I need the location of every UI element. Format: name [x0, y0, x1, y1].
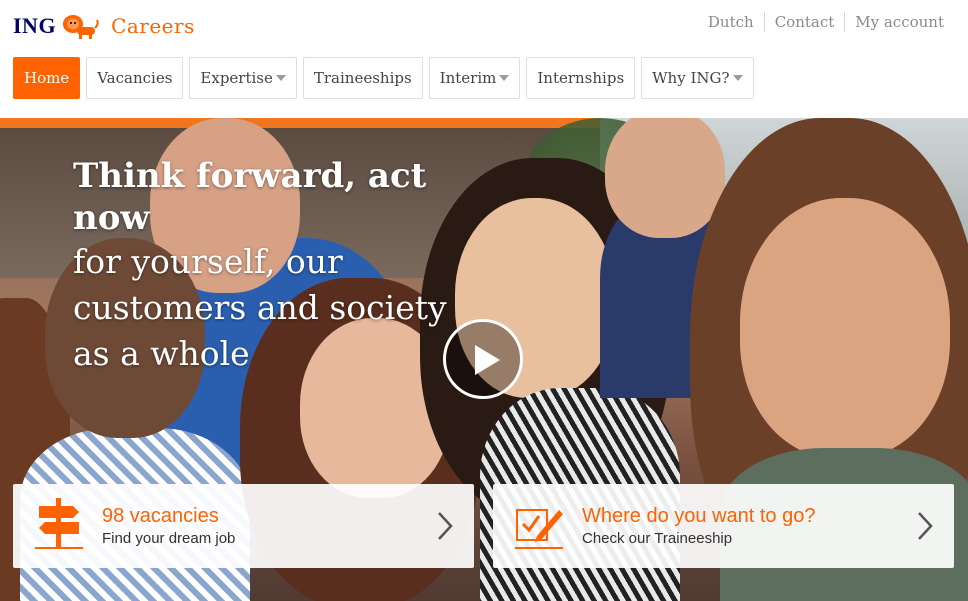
main-nav: Home Vacancies Expertise Traineeships In… [13, 57, 760, 99]
logo-section-title: Careers [111, 14, 195, 38]
language-link[interactable]: Dutch [698, 12, 764, 32]
contact-link[interactable]: Contact [763, 12, 845, 32]
chevron-right-icon [918, 512, 933, 540]
nav-item-interim[interactable]: Interim [428, 57, 521, 99]
vacancies-cta-card[interactable]: 98 vacancies Find your dream job [13, 484, 474, 568]
nav-item-label: Home [24, 69, 70, 87]
utility-nav: Dutch Contact My account [698, 12, 944, 32]
hero-background-awning [0, 118, 600, 128]
lion-icon [63, 15, 99, 39]
traineeship-cta-text: Where do you want to go? Check our Train… [582, 504, 815, 548]
chevron-right-icon [438, 512, 453, 540]
logo-wordmark: ING [13, 13, 57, 38]
traineeship-cta-card[interactable]: Where do you want to go? Check our Train… [493, 484, 954, 568]
play-icon [475, 345, 500, 375]
nav-item-label: Vacancies [97, 69, 173, 87]
nav-item-home[interactable]: Home [13, 57, 81, 99]
nav-item-why-ing[interactable]: Why ING? [641, 57, 754, 99]
vacancies-cta-text: 98 vacancies Find your dream job [102, 504, 235, 548]
cta-subtitle: Find your dream job [102, 530, 236, 547]
my-account-link[interactable]: My account [844, 12, 944, 32]
hero-headline-bold: Think forward, act now [73, 156, 427, 238]
caret-down-icon [275, 75, 286, 81]
nav-item-traineeships[interactable]: Traineeships [302, 57, 423, 99]
cta-title: Where do you want to go? [582, 505, 816, 527]
caret-down-icon [732, 75, 743, 81]
nav-item-label: Traineeships [313, 69, 412, 87]
nav-item-label: Interim [439, 69, 497, 87]
hero-headline: Think forward, act now for yourself, our… [73, 155, 493, 377]
hero-headline-light: for yourself, our customers and society … [73, 242, 447, 373]
signpost-icon [35, 498, 83, 549]
nav-item-label: Expertise [200, 69, 273, 87]
nav-item-vacancies[interactable]: Vacancies [86, 57, 184, 99]
cta-subtitle: Check our Traineeship [582, 530, 733, 547]
nav-item-expertise[interactable]: Expertise [189, 57, 297, 99]
nav-item-label: Why ING? [652, 69, 730, 87]
caret-down-icon [499, 75, 510, 81]
checklist-pen-icon [515, 509, 563, 549]
nav-item-label: Internships [537, 69, 625, 87]
site-header: ING Careers Dutch Contact My account Hom… [0, 0, 968, 118]
ing-careers-logo[interactable]: ING Careers [13, 12, 195, 40]
nav-item-internships[interactable]: Internships [526, 57, 636, 99]
video-play-button[interactable] [443, 319, 523, 399]
cta-title: 98 vacancies [102, 505, 219, 527]
